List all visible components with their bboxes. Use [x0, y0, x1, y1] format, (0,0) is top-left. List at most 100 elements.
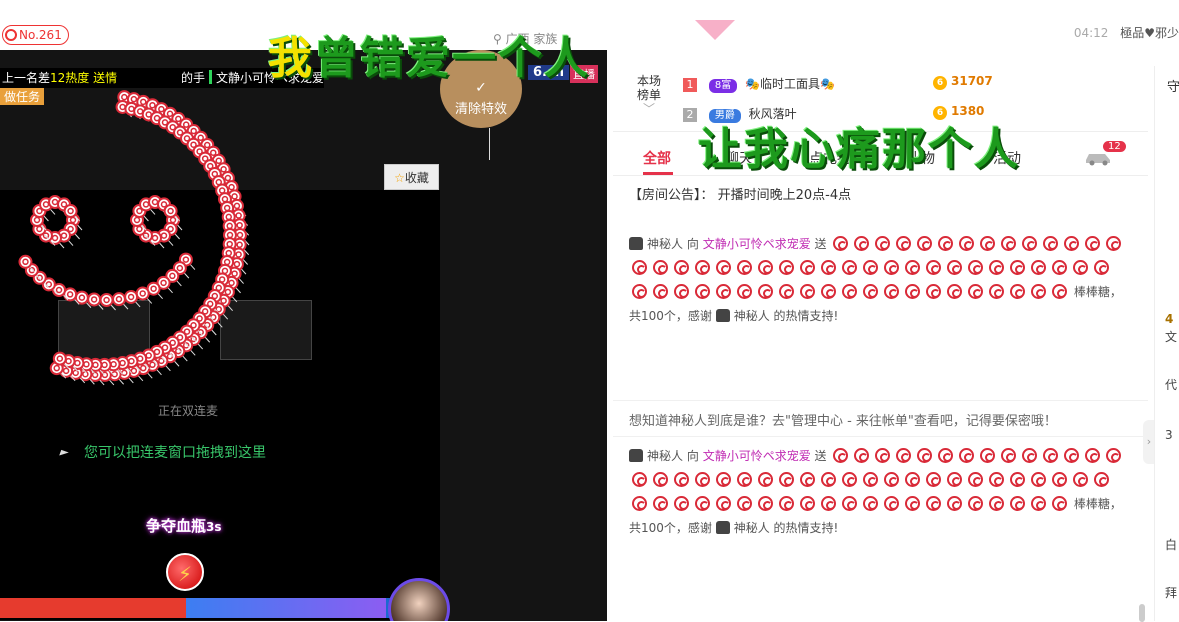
room-notice: 【房间公告】： 开播时间晚上20点-4点 [629, 188, 852, 203]
favorite-button[interactable]: ☆收藏 [384, 164, 439, 190]
sidebar-item[interactable]: 代 [1165, 376, 1177, 393]
lollipop-icon [1052, 496, 1067, 511]
lollipop-icon [1001, 448, 1017, 463]
drag-hint: 您可以把连麦窗口拖拽到这里 [59, 442, 266, 462]
pk-red-side [0, 598, 186, 618]
chat-scrollbar[interactable] [1139, 604, 1145, 622]
lollipop-icon [926, 260, 941, 275]
task-badge[interactable]: 做任务 [0, 88, 45, 105]
lollipop-icon [1106, 236, 1122, 251]
to-word: 向 [686, 449, 699, 463]
lollipop-icon [821, 260, 836, 275]
lollipop-icon [653, 496, 668, 511]
receiver-name[interactable]: 文静小可怜ペ求宠爱 [703, 237, 811, 251]
lollipop-icon [980, 448, 996, 463]
pk-progress-bar [0, 598, 440, 618]
lollipop-icon [737, 472, 752, 487]
lollipop-icon [989, 496, 1004, 511]
favorite-label: 收藏 [404, 171, 429, 185]
lollipop-icon [875, 236, 891, 251]
sidebar-item[interactable]: 文 [1165, 328, 1177, 345]
lollipop-icon [863, 284, 878, 299]
lollipop-icon [980, 236, 996, 251]
room-number: No.261 [19, 28, 62, 42]
lollipop-icon [1031, 496, 1046, 511]
drag-hint-text: 您可以把连麦窗口拖拽到这里 [84, 445, 266, 461]
clear-effects-label: 清除特效 [454, 102, 507, 117]
lollipop-icon [632, 472, 647, 487]
coin-icon: 6 [933, 76, 947, 90]
lollipop-icon [758, 260, 773, 275]
header-right: 04:12 極品♥邪少 [1074, 24, 1179, 41]
lollipop-icon [737, 284, 752, 299]
potion-icon[interactable]: ⚡ [166, 553, 204, 591]
lollipop-icon [716, 260, 731, 275]
guard-title: 守 [1167, 80, 1179, 95]
lollipop-icon [833, 448, 849, 463]
lollipop-icon [842, 284, 857, 299]
lollipop-icon [863, 260, 878, 275]
lollipop-icon [737, 260, 752, 275]
lollipop-icon [674, 472, 689, 487]
lollipop-icon [959, 236, 975, 251]
lollipop-icon [875, 448, 891, 463]
lollipop-icon [1043, 236, 1059, 251]
blood-bottle-text: 争夺血瓶 [146, 517, 207, 535]
lollipop-icon [926, 496, 941, 511]
lollipop-icon [779, 260, 794, 275]
lollipop-icon [695, 496, 710, 511]
user-name[interactable]: 極品♥邪少 [1120, 26, 1179, 40]
lollipop-icon [854, 448, 870, 463]
lollipop-icon [674, 284, 689, 299]
sidebar-item[interactable]: 4 [1165, 312, 1173, 326]
lollipop-icon [695, 472, 710, 487]
lollipop-icon [959, 448, 975, 463]
star-icon: ☆ [394, 171, 405, 185]
ranking-row[interactable]: 1 8富 🎭临时工面具🎭 [683, 74, 835, 94]
rank-gift-text: 送情 [93, 71, 118, 85]
room-number-badge[interactable]: No.261 [2, 25, 69, 45]
ranking-selector[interactable]: 本场 榜单 ﹀ [633, 74, 665, 116]
pk-blue-side [186, 598, 386, 618]
send-word: 送 [814, 237, 827, 251]
active-tab-indicator [643, 172, 673, 175]
lollipop-icon [758, 472, 773, 487]
lollipop-icon [779, 284, 794, 299]
lollipop-icon [917, 448, 933, 463]
lyric-line-2: 让我心痛那个人 [698, 124, 1020, 175]
sidebar-item[interactable]: 白 [1165, 536, 1177, 553]
lollipop-icon [1094, 260, 1109, 275]
gift-message: 神秘人 向 文静小可怜ペ求宠爱 送 棒棒糖，共100个，感谢 神秘人 的热情支持… [629, 444, 1129, 540]
lollipop-icon [968, 472, 983, 487]
lollipop-icon [1106, 448, 1122, 463]
spy-icon [715, 309, 730, 322]
lollipop-icon [968, 284, 983, 299]
lollipop-icon [896, 236, 912, 251]
sidebar-item[interactable]: 拜 [1165, 584, 1177, 601]
lollipop-icon [1010, 496, 1025, 511]
lollipop-icon [989, 260, 1004, 275]
lollipop-icon [737, 496, 752, 511]
to-word: 向 [686, 237, 699, 251]
lollipop-icon [716, 284, 731, 299]
clock-text: 04:12 [1073, 26, 1109, 40]
video-player[interactable]: 正在双连麦 上一名差12热度 送情 的手 文静小可怜ペ求宠爱 做任务 ✓ 清除特效… [0, 50, 607, 621]
lollipop-icon [863, 472, 878, 487]
lollipop-icon [1073, 260, 1088, 275]
guard-sidebar: 守 4 文 代 3 白 拜 [1154, 66, 1179, 621]
lollipop-icon [1043, 448, 1059, 463]
rank-hot-value: 12热度 [50, 71, 90, 85]
lollipop-icon [1052, 284, 1067, 299]
lollipop-icon [779, 496, 794, 511]
lollipop-icon [1064, 448, 1080, 463]
lollipop-icon [926, 472, 941, 487]
lollipop-icon [968, 260, 983, 275]
lollipop-icon [632, 496, 647, 511]
tab-all[interactable]: 全部 [643, 148, 671, 168]
lollipop-icon [632, 284, 647, 299]
divider [208, 70, 212, 84]
sidebar-item[interactable]: 3 [1165, 428, 1173, 442]
lollipop-icon [905, 260, 920, 275]
rank-number: 1 [683, 78, 697, 92]
receiver-name[interactable]: 文静小可怜ペ求宠爱 [703, 449, 811, 463]
